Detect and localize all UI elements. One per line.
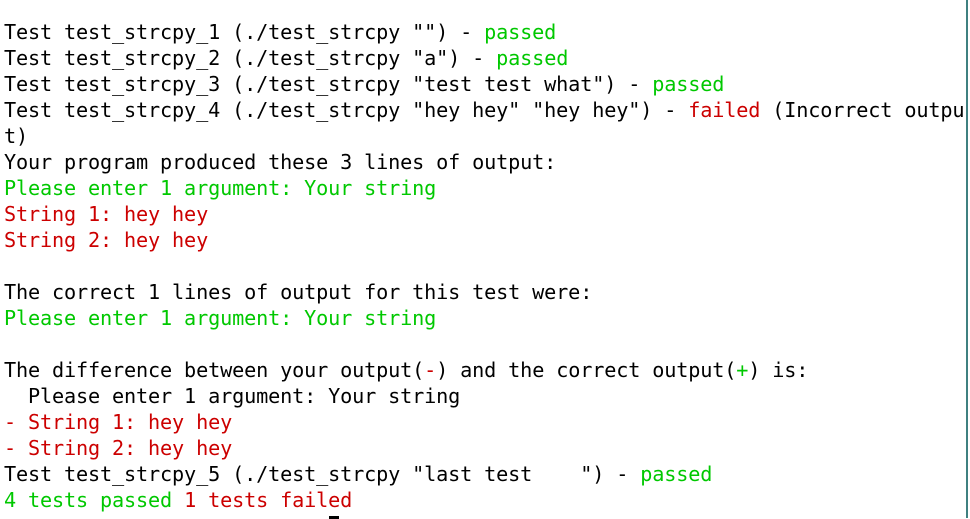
terminal-line: Your program produced these 3 lines of o… xyxy=(4,149,964,175)
output-text: ) is: xyxy=(748,358,809,382)
terminal-line: The correct 1 lines of output for this t… xyxy=(4,279,964,305)
output-text: The difference between your output( xyxy=(4,358,425,382)
terminal-line: - String 2: hey hey xyxy=(4,435,964,461)
terminal-line: Please enter 1 argument: Your string xyxy=(4,383,964,409)
error-output-text: - String 1: hey hey xyxy=(4,410,233,434)
terminal-output: Test test_strcpy_1 (./test_strcpy "") - … xyxy=(4,19,964,519)
terminal-line: Test test_strcpy_5 (./test_strcpy "last … xyxy=(4,461,964,487)
text-cursor: e xyxy=(328,488,341,519)
status-passed: passed xyxy=(640,462,713,486)
expected-output-text: 4 tests passed xyxy=(4,488,173,512)
terminal-line: Test test_strcpy_1 (./test_strcpy "") - … xyxy=(4,19,964,45)
error-output-text: - xyxy=(424,358,437,382)
error-output-text: String 1: hey hey xyxy=(4,202,209,226)
status-passed: passed xyxy=(652,72,725,96)
output-text: Your program produced these 3 lines of o… xyxy=(4,150,557,174)
output-text: Test test_strcpy_2 (./test_strcpy "a") - xyxy=(4,46,497,70)
terminal-line: Test test_strcpy_2 (./test_strcpy "a") -… xyxy=(4,45,964,71)
terminal-line: - String 1: hey hey xyxy=(4,409,964,435)
error-output-text: 1 tests fail xyxy=(172,488,329,512)
output-text: t) xyxy=(4,124,29,148)
output-text: Test test_strcpy_3 (./test_strcpy "test … xyxy=(4,72,653,96)
terminal-line: String 1: hey hey xyxy=(4,201,964,227)
terminal-line: Test test_strcpy_3 (./test_strcpy "test … xyxy=(4,71,964,97)
status-failed: failed xyxy=(688,98,761,122)
terminal-line: Please enter 1 argument: Your string xyxy=(4,175,964,201)
terminal-line: Test test_strcpy_4 (./test_strcpy "hey h… xyxy=(4,97,964,123)
error-output-text: d xyxy=(340,488,353,512)
expected-output-text: Please enter 1 argument: Your string xyxy=(4,306,437,330)
output-text: ) and the correct output( xyxy=(436,358,737,382)
terminal-line: 4 tests passed 1 tests failed xyxy=(4,487,964,519)
terminal-line: t) xyxy=(4,123,964,149)
expected-output-text: Please enter 1 argument: Your string xyxy=(4,176,437,200)
expected-output-text: + xyxy=(736,358,749,382)
terminal-line: String 2: hey hey xyxy=(4,227,964,253)
output-text: (Incorrect outpu xyxy=(760,98,965,122)
output-text: Test test_strcpy_5 (./test_strcpy "last … xyxy=(4,462,641,486)
output-text: Please enter 1 argument: Your string xyxy=(4,384,461,408)
terminal-window[interactable]: Test test_strcpy_1 (./test_strcpy "") - … xyxy=(0,0,968,519)
error-output-text: - String 2: hey hey xyxy=(4,436,233,460)
output-text: Test test_strcpy_1 (./test_strcpy "") - xyxy=(4,20,485,44)
terminal-line: Please enter 1 argument: Your string xyxy=(4,305,964,331)
error-output-text: String 2: hey hey xyxy=(4,228,209,252)
status-passed: passed xyxy=(496,46,569,70)
output-text: The correct 1 lines of output for this t… xyxy=(4,280,593,304)
terminal-line: The difference between your output(-) an… xyxy=(4,357,964,383)
status-passed: passed xyxy=(484,20,557,44)
output-text: Test test_strcpy_4 (./test_strcpy "hey h… xyxy=(4,98,689,122)
